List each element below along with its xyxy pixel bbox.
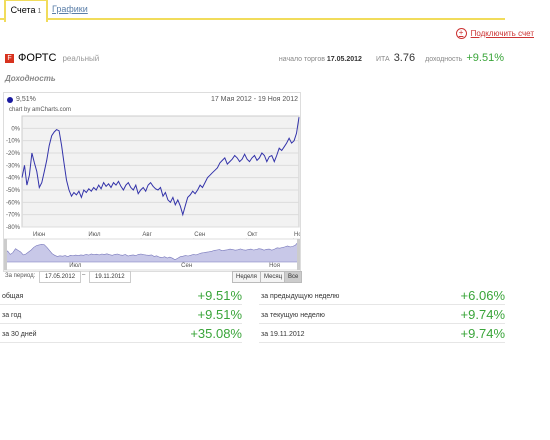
metric-label: за предыдущую неделю xyxy=(261,293,340,300)
tab-charts[interactable]: Графики xyxy=(52,0,88,18)
scroll-tick-label: Сен xyxy=(181,263,192,269)
y-tick-label: -30% xyxy=(6,163,21,169)
tab-bar: Счета 1 Графики xyxy=(0,0,505,22)
metric-cell: за год +9.51% xyxy=(0,304,242,324)
period-controls: За период: 17.05.2012 – 19.11.2012 Недел… xyxy=(3,270,303,284)
plot-area xyxy=(21,115,300,228)
y-tick-label: -50% xyxy=(6,188,21,194)
start-date: 17.05.2012 xyxy=(326,56,362,63)
y-tick-label: -80% xyxy=(6,225,21,231)
x-tick-label: Июн xyxy=(33,232,45,238)
x-tick-label: Сен xyxy=(194,232,205,238)
metric-label: за 30 дней xyxy=(2,331,37,338)
x-tick-label: Июл xyxy=(88,232,101,238)
period-dash: – xyxy=(82,272,86,278)
metrics-row: общая +9.51% за предыдущую неделю +6.06% xyxy=(0,285,505,305)
metric-value: +9.51% xyxy=(197,307,242,322)
tab-accounts-count: 1 xyxy=(37,8,42,15)
y-tick-label: -20% xyxy=(6,151,21,157)
forts-logo-icon: F xyxy=(5,53,14,63)
y-tick-label: -70% xyxy=(6,213,21,219)
profit-label: доходность xyxy=(425,56,463,63)
metric-label: общая xyxy=(2,293,24,300)
connect-account-label: Подключить счет xyxy=(470,29,534,38)
metric-value: +9.74% xyxy=(460,307,505,322)
metric-cell: за предыдущую неделю +6.06% xyxy=(259,285,505,305)
metric-cell: за текущую неделю +9.74% xyxy=(259,304,505,324)
y-tick-label: 0% xyxy=(11,126,20,132)
metric-cell: за 30 дней +35.08% xyxy=(0,323,242,343)
all-button[interactable]: Все xyxy=(284,271,303,283)
metric-cell: за 19.11.2012 +9.74% xyxy=(259,323,505,343)
metrics-row: за год +9.51% за текущую неделю +9.74% xyxy=(0,304,505,324)
start-label: начало торгов xyxy=(278,56,325,63)
chart-svg: 0% -10% -20% -30% -40% -50% -60% -70% -80% Июн Июл… xyxy=(4,115,300,271)
period-label: За период: xyxy=(5,273,36,279)
ita-label: ИТА xyxy=(375,56,390,63)
tab-accounts-label: Счета xyxy=(10,5,36,15)
y-tick-label: -40% xyxy=(6,176,21,182)
scroll-tick-label: Ноя xyxy=(269,263,280,269)
metric-label: за текущую неделю xyxy=(261,312,325,319)
tab-accounts[interactable]: Счета 1 xyxy=(4,0,48,22)
connect-account-link[interactable]: + Подключить счет xyxy=(455,28,534,39)
account-type: реальный xyxy=(62,53,100,63)
metric-value: +9.51% xyxy=(197,288,242,303)
metrics-row: за 30 дней +35.08% за 19.11.2012 +9.74% xyxy=(0,323,505,343)
plus-circle-icon: + xyxy=(455,28,467,39)
scroll-tick-label: Июл xyxy=(69,263,82,269)
x-tick-label: Авг xyxy=(142,232,152,238)
profit-chart: 9,51% 17 Мая 2012 - 19 Ноя 2012 chart by… xyxy=(3,92,301,272)
account-name: ФОРТС xyxy=(18,52,57,64)
metric-label: за 19.11.2012 xyxy=(261,331,305,338)
account-header: F ФОРТС реальный xyxy=(5,52,99,64)
y-tick-label: -60% xyxy=(6,200,21,206)
metric-value: +9.74% xyxy=(460,326,505,341)
metric-value: +35.08% xyxy=(190,326,242,341)
section-title: Доходность xyxy=(5,74,56,83)
profit-value: +9.51% xyxy=(466,52,504,64)
month-button[interactable]: Месяц xyxy=(260,271,287,283)
period-to-input[interactable]: 19.11.2012 xyxy=(89,271,131,283)
scroll-handle-left xyxy=(4,239,7,270)
metric-value: +6.06% xyxy=(460,288,505,303)
account-stats: начало торгов 17.05.2012 ИТА 3.76 доходн… xyxy=(279,52,504,64)
ita-value: 3.76 xyxy=(393,52,416,64)
x-tick-label: Ноя xyxy=(294,232,300,238)
x-tick-label: Окт xyxy=(247,232,257,238)
metric-cell: общая +9.51% xyxy=(0,285,242,305)
y-tick-label: -10% xyxy=(6,139,21,145)
metric-label: за год xyxy=(2,312,22,319)
period-from-input[interactable]: 17.05.2012 xyxy=(39,271,82,283)
week-button[interactable]: Неделя xyxy=(232,271,261,283)
scroll-handle-right xyxy=(297,239,300,270)
